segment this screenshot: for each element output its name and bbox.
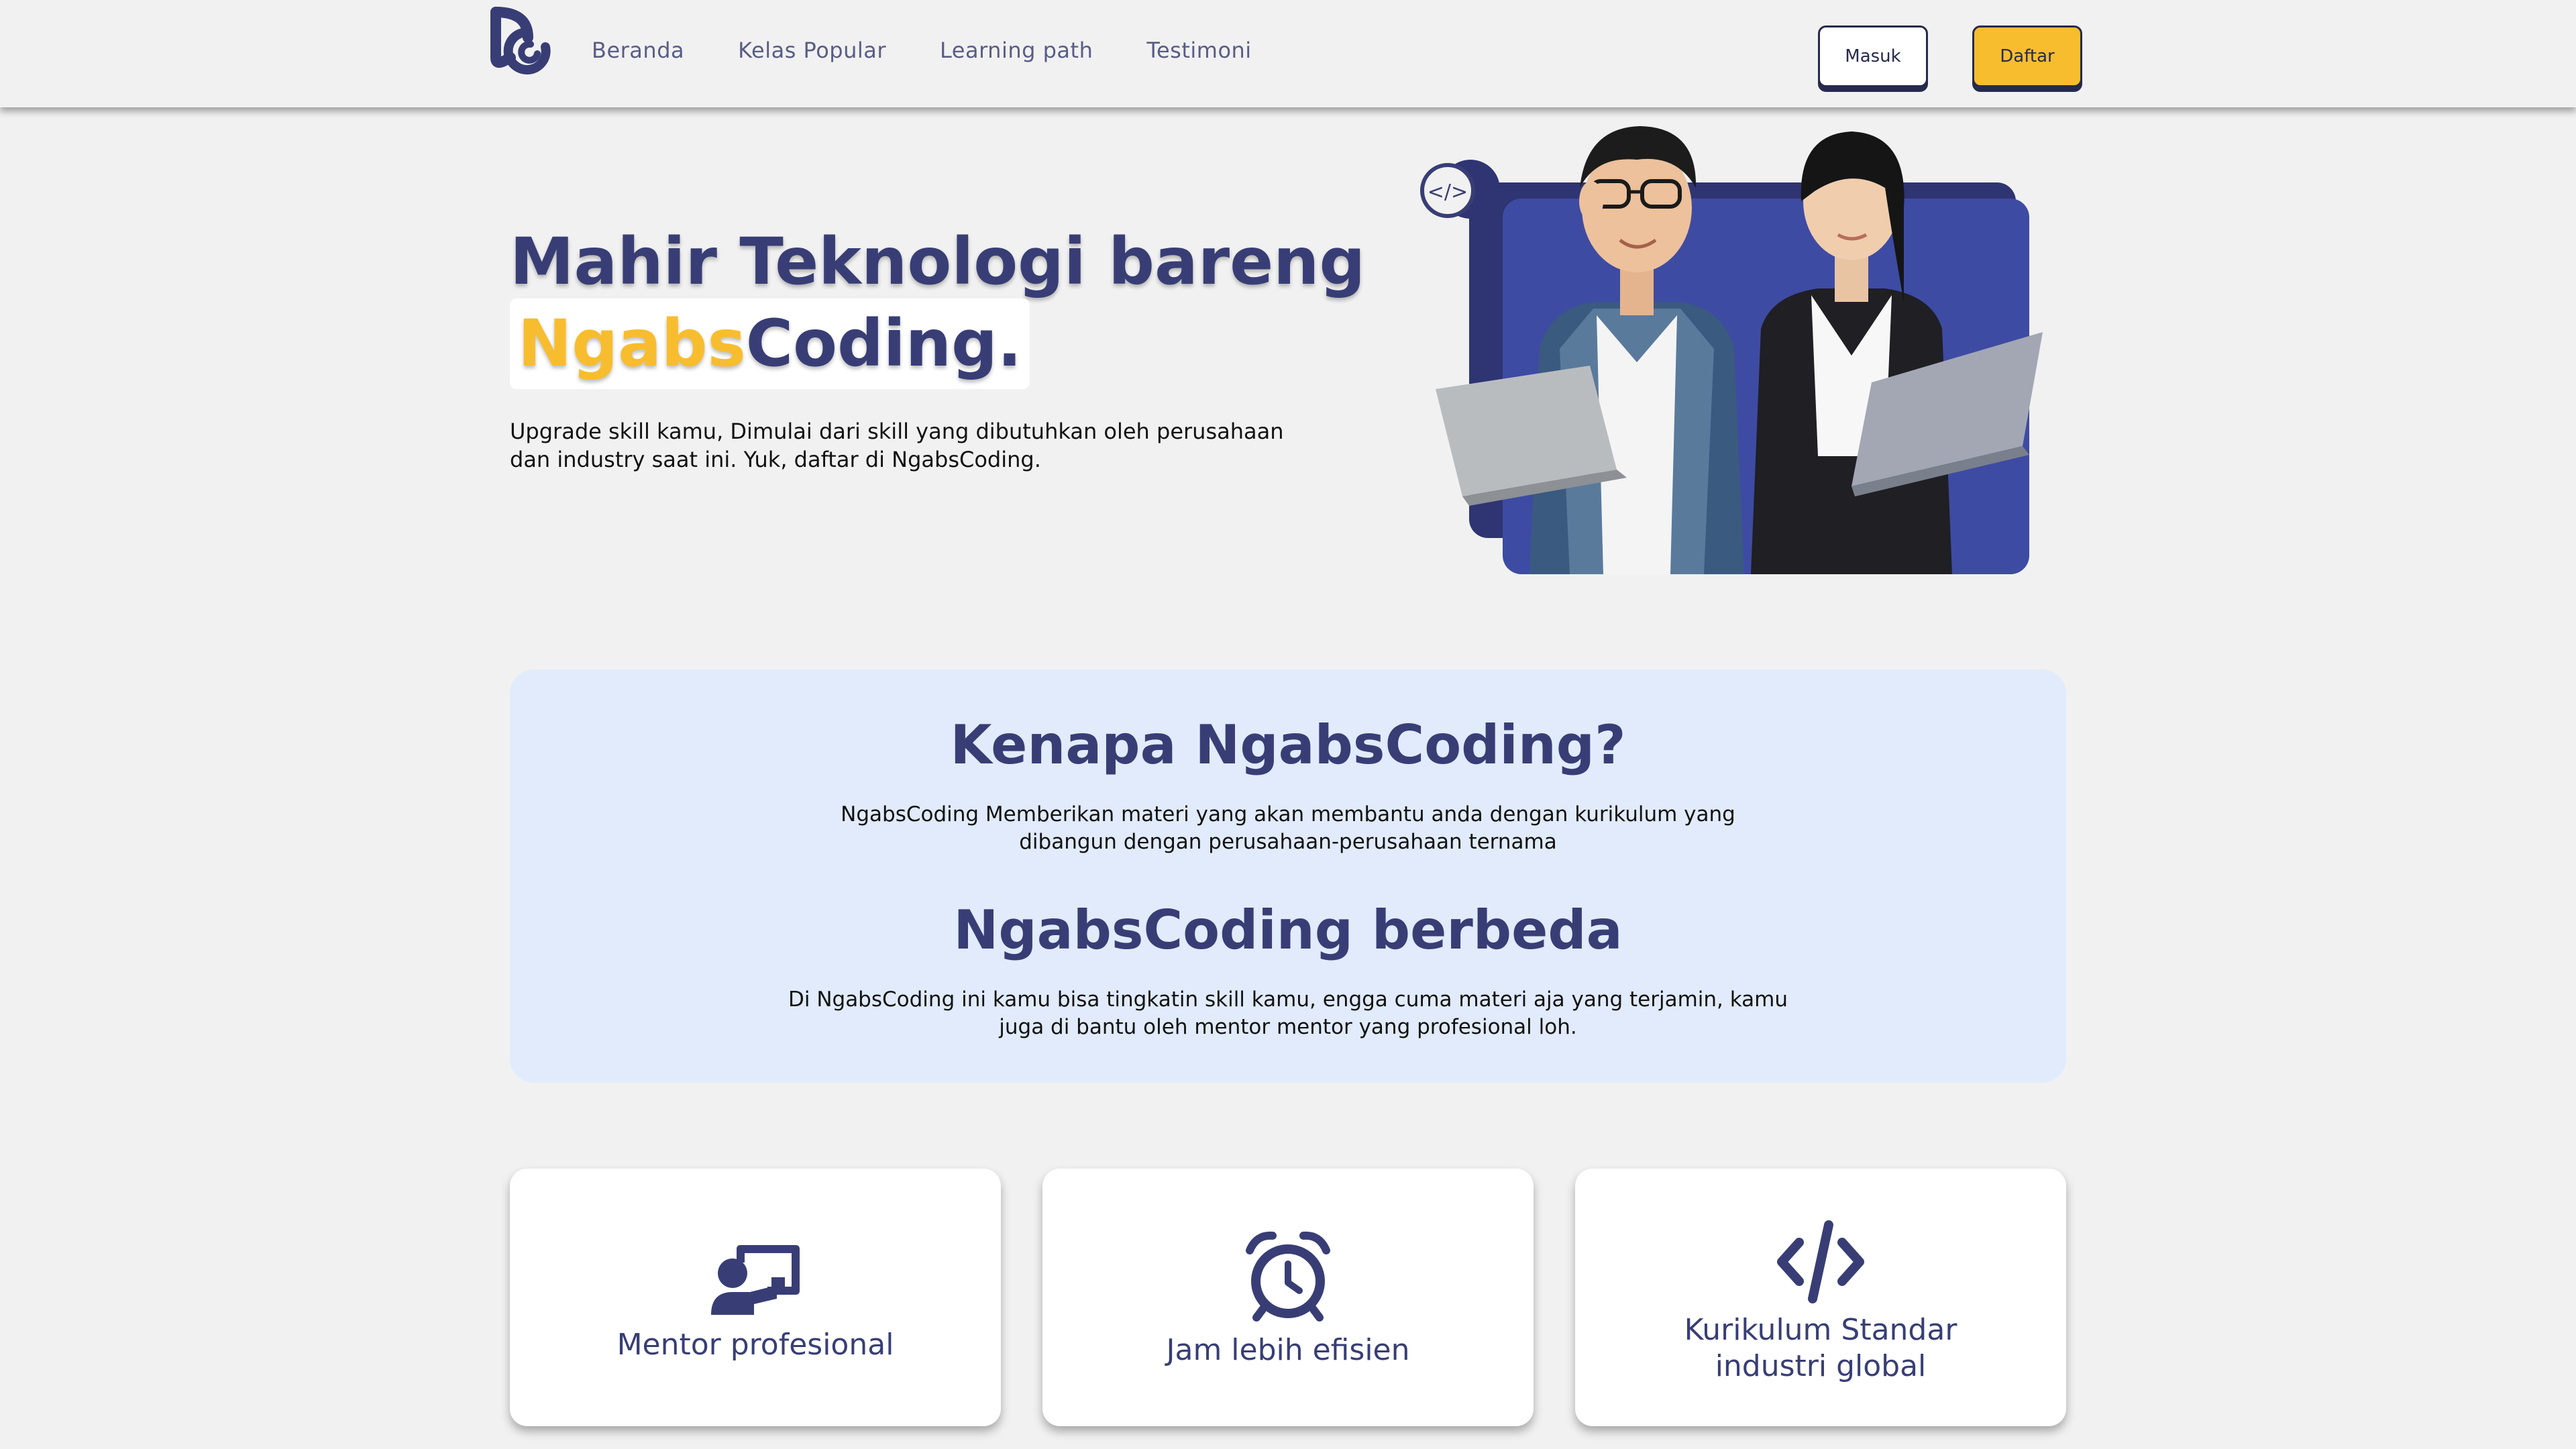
why-section: Kenapa NgabsCoding? NgabsCoding Memberik… — [510, 669, 2066, 1083]
hero-description: Upgrade skill kamu, Dimulai dari skill y… — [510, 417, 1301, 474]
different-heading: NgabsCoding berbeda — [953, 899, 1623, 961]
hero-description-line1: Upgrade skill kamu, Dimulai dari skill y… — [510, 419, 1284, 444]
alarm-clock-icon — [1246, 1231, 1330, 1322]
feature-label-curriculum-line2: industri global — [1715, 1349, 1927, 1383]
feature-card-mentor: Mentor profesional — [510, 1169, 1001, 1426]
login-button[interactable]: Masuk — [1818, 25, 1928, 87]
why-heading: Kenapa NgabsCoding? — [950, 714, 1626, 776]
hero-description-line2: dan industry saat ini. Yuk, daftar di Ng… — [510, 447, 1041, 472]
nav-link-learning-path[interactable]: Learning path — [940, 38, 1093, 63]
feature-card-efficient: Jam lebih efisien — [1042, 1169, 1534, 1426]
feature-card-curriculum: Kurikulum Standar industri global — [1575, 1169, 2066, 1426]
feature-label-efficient: Jam lebih efisien — [1166, 1333, 1410, 1367]
hero-title-line1: Mahir Teknologi bareng — [510, 224, 1366, 299]
nav-link-kelas-popular[interactable]: Kelas Popular — [738, 38, 886, 63]
ngabscoding-logo-icon[interactable] — [486, 5, 557, 86]
main-nav: Beranda Kelas Popular Learning path Test… — [592, 38, 1252, 63]
nav-link-beranda[interactable]: Beranda — [592, 38, 684, 63]
feature-label-mentor: Mentor profesional — [616, 1328, 894, 1362]
code-icon — [1777, 1220, 1864, 1303]
feature-label-curriculum-line1: Kurikulum Standar — [1684, 1313, 1957, 1347]
why-description: NgabsCoding Memberikan materi yang akan … — [841, 802, 1735, 854]
code-badge-icon: </> — [1420, 163, 1475, 218]
navbar: Beranda Kelas Popular Learning path Test… — [0, 0, 2576, 107]
hero-title-highlight: Ngabs — [518, 306, 746, 381]
chalkboard-teacher-icon — [711, 1245, 800, 1315]
register-button[interactable]: Daftar — [1972, 25, 2082, 87]
hero-illustration: </> — [1420, 126, 2043, 574]
different-description: Di NgabsCoding ini kamu bisa tingkatin s… — [788, 987, 1788, 1039]
nav-link-testimoni[interactable]: Testimoni — [1146, 38, 1251, 63]
feature-label-curriculum: Kurikulum Standar industri global — [1575, 1312, 2066, 1385]
hero-title-rest: Coding. — [745, 306, 1022, 381]
svg-text:</>: </> — [1428, 180, 1468, 204]
hero-title-line2: NgabsCoding. — [510, 299, 1030, 389]
